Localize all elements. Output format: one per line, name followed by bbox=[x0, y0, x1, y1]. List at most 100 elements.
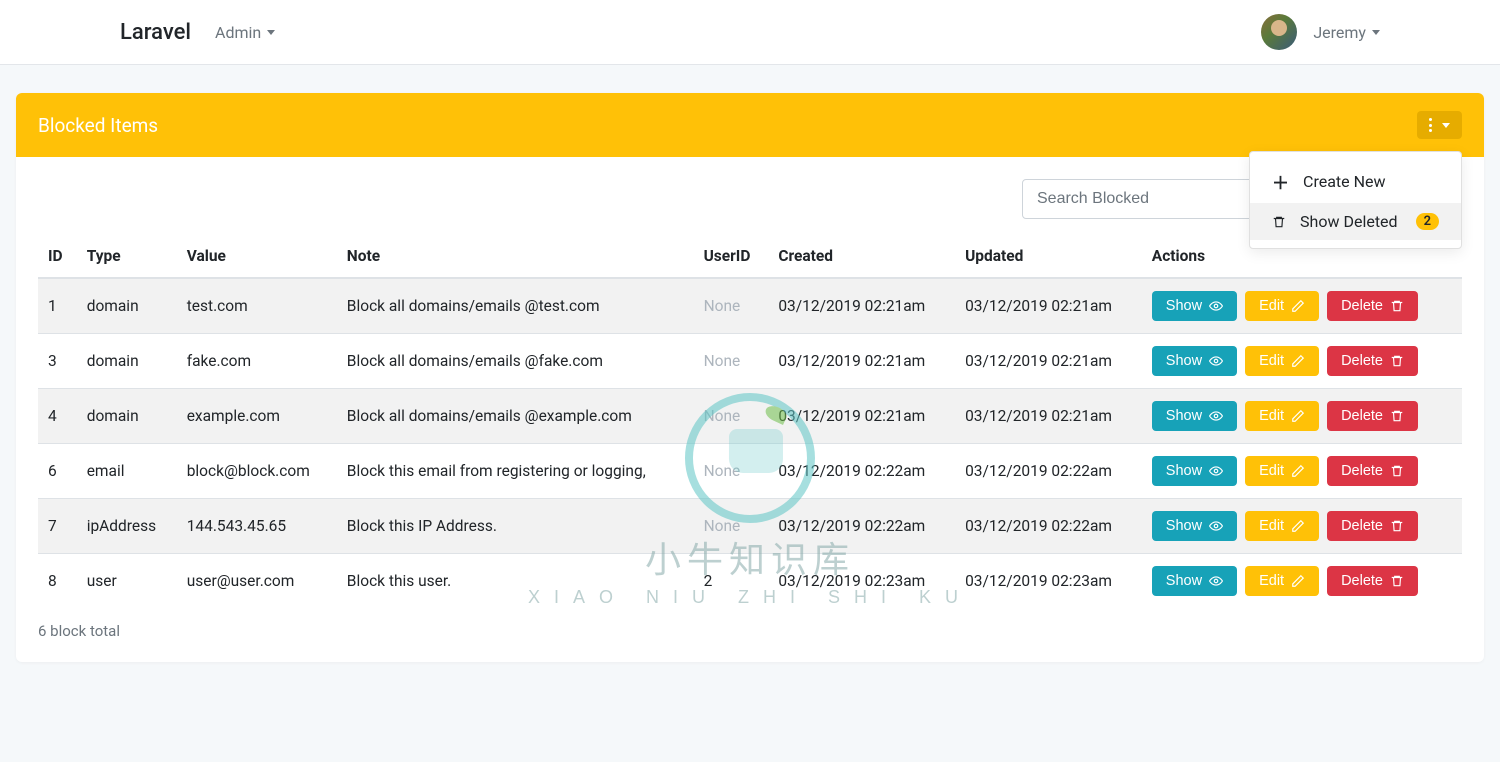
cell-userid: None bbox=[694, 389, 769, 444]
navbar: Laravel Admin Jeremy bbox=[0, 0, 1500, 65]
show-button[interactable]: Show bbox=[1152, 566, 1237, 596]
cell-updated: 03/12/2019 02:21am bbox=[955, 389, 1142, 444]
col-value: Value bbox=[177, 235, 337, 278]
blocked-items-table: ID Type Value Note UserID Created Update… bbox=[38, 235, 1462, 608]
blocked-items-card: Blocked Items ＋ Create New Show Deleted … bbox=[16, 93, 1484, 662]
edit-button[interactable]: Edit bbox=[1245, 401, 1319, 431]
total-count-text: 6 block total bbox=[38, 622, 1462, 640]
col-updated: Updated bbox=[955, 235, 1142, 278]
cell-created: 03/12/2019 02:21am bbox=[768, 389, 955, 444]
admin-menu[interactable]: Admin bbox=[215, 23, 275, 42]
col-userid: UserID bbox=[694, 235, 769, 278]
table-row: 7ipAddress144.543.45.65Block this IP Add… bbox=[38, 499, 1462, 554]
pencil-icon bbox=[1291, 574, 1305, 588]
cell-note: Block all domains/emails @fake.com bbox=[337, 334, 694, 389]
edit-button[interactable]: Edit bbox=[1245, 346, 1319, 376]
card-menu-button[interactable] bbox=[1417, 111, 1462, 139]
edit-button[interactable]: Edit bbox=[1245, 291, 1319, 321]
cell-value: fake.com bbox=[177, 334, 337, 389]
cell-created: 03/12/2019 02:22am bbox=[768, 499, 955, 554]
show-button[interactable]: Show bbox=[1152, 291, 1237, 321]
eye-icon bbox=[1209, 409, 1223, 423]
delete-button[interactable]: Delete bbox=[1327, 511, 1418, 541]
col-type: Type bbox=[77, 235, 177, 278]
cell-created: 03/12/2019 02:21am bbox=[768, 334, 955, 389]
col-id: ID bbox=[38, 235, 77, 278]
cell-created: 03/12/2019 02:23am bbox=[768, 554, 955, 609]
plus-icon: ＋ bbox=[1272, 169, 1289, 194]
cell-value: test.com bbox=[177, 278, 337, 334]
pencil-icon bbox=[1291, 299, 1305, 313]
cell-type: email bbox=[77, 444, 177, 499]
pencil-icon bbox=[1291, 464, 1305, 478]
delete-button[interactable]: Delete bbox=[1327, 401, 1418, 431]
col-created: Created bbox=[768, 235, 955, 278]
table-row: 1domaintest.comBlock all domains/emails … bbox=[38, 278, 1462, 334]
cell-type: user bbox=[77, 554, 177, 609]
cell-note: Block all domains/emails @test.com bbox=[337, 278, 694, 334]
cell-updated: 03/12/2019 02:21am bbox=[955, 278, 1142, 334]
edit-button[interactable]: Edit bbox=[1245, 511, 1319, 541]
delete-button[interactable]: Delete bbox=[1327, 291, 1418, 321]
table-row: 4domainexample.comBlock all domains/emai… bbox=[38, 389, 1462, 444]
cell-value: user@user.com bbox=[177, 554, 337, 609]
edit-button[interactable]: Edit bbox=[1245, 456, 1319, 486]
pencil-icon bbox=[1291, 409, 1305, 423]
cell-type: ipAddress bbox=[77, 499, 177, 554]
cell-actions: Show Edit Delete bbox=[1142, 389, 1462, 444]
cell-note: Block this email from registering or log… bbox=[337, 444, 694, 499]
trash-icon bbox=[1390, 574, 1404, 588]
pencil-icon bbox=[1291, 519, 1305, 533]
delete-button[interactable]: Delete bbox=[1327, 346, 1418, 376]
delete-button[interactable]: Delete bbox=[1327, 566, 1418, 596]
edit-button[interactable]: Edit bbox=[1245, 566, 1319, 596]
cell-updated: 03/12/2019 02:22am bbox=[955, 444, 1142, 499]
trash-icon bbox=[1390, 299, 1404, 313]
trash-icon bbox=[1272, 215, 1286, 229]
cell-userid: 2 bbox=[694, 554, 769, 609]
show-button[interactable]: Show bbox=[1152, 456, 1237, 486]
menu-show-deleted-label: Show Deleted bbox=[1300, 212, 1398, 231]
trash-icon bbox=[1390, 519, 1404, 533]
cell-userid: None bbox=[694, 278, 769, 334]
eye-icon bbox=[1209, 519, 1223, 533]
cell-actions: Show Edit Delete bbox=[1142, 278, 1462, 334]
avatar[interactable] bbox=[1261, 14, 1297, 50]
admin-label: Admin bbox=[215, 23, 261, 42]
cell-type: domain bbox=[77, 334, 177, 389]
eye-icon bbox=[1209, 354, 1223, 368]
brand[interactable]: Laravel bbox=[120, 20, 191, 45]
user-menu[interactable]: Jeremy bbox=[1313, 23, 1380, 42]
deleted-count-badge: 2 bbox=[1416, 213, 1439, 230]
menu-show-deleted[interactable]: Show Deleted 2 bbox=[1250, 203, 1461, 240]
cell-type: domain bbox=[77, 389, 177, 444]
caret-down-icon bbox=[1442, 123, 1450, 128]
show-button[interactable]: Show bbox=[1152, 401, 1237, 431]
cell-note: Block this user. bbox=[337, 554, 694, 609]
show-button[interactable]: Show bbox=[1152, 511, 1237, 541]
delete-button[interactable]: Delete bbox=[1327, 456, 1418, 486]
eye-icon bbox=[1209, 574, 1223, 588]
cell-id: 6 bbox=[38, 444, 77, 499]
card-title: Blocked Items bbox=[38, 114, 158, 137]
trash-icon bbox=[1390, 409, 1404, 423]
cell-id: 8 bbox=[38, 554, 77, 609]
cell-value: example.com bbox=[177, 389, 337, 444]
cell-value: block@block.com bbox=[177, 444, 337, 499]
show-button[interactable]: Show bbox=[1152, 346, 1237, 376]
cell-updated: 03/12/2019 02:21am bbox=[955, 334, 1142, 389]
cell-id: 1 bbox=[38, 278, 77, 334]
card-header: Blocked Items bbox=[16, 93, 1484, 157]
menu-create-label: Create New bbox=[1303, 172, 1385, 191]
eye-icon bbox=[1209, 299, 1223, 313]
cell-actions: Show Edit Delete bbox=[1142, 444, 1462, 499]
menu-create-new[interactable]: ＋ Create New bbox=[1250, 160, 1461, 203]
trash-icon bbox=[1390, 354, 1404, 368]
trash-icon bbox=[1390, 464, 1404, 478]
cell-updated: 03/12/2019 02:22am bbox=[955, 499, 1142, 554]
user-name: Jeremy bbox=[1313, 23, 1366, 42]
cell-created: 03/12/2019 02:22am bbox=[768, 444, 955, 499]
cell-id: 7 bbox=[38, 499, 77, 554]
table-row: 8useruser@user.comBlock this user.203/12… bbox=[38, 554, 1462, 609]
table-row: 6emailblock@block.comBlock this email fr… bbox=[38, 444, 1462, 499]
